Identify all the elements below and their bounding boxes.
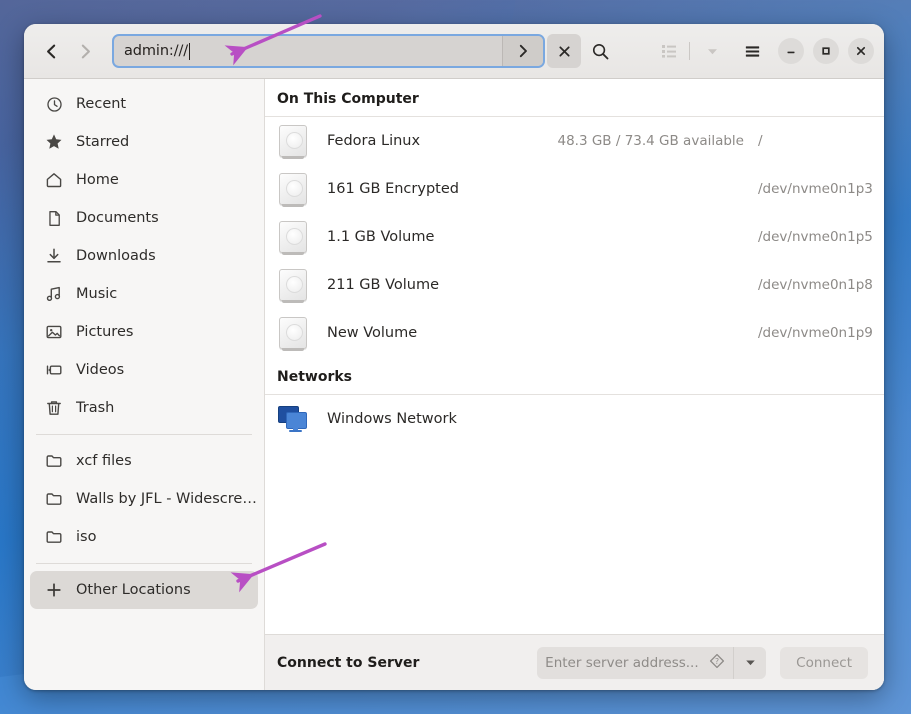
help-icon[interactable]: ? [709, 653, 725, 673]
sidebar-item-downloads[interactable]: Downloads [30, 237, 258, 275]
main-menu-button[interactable] [735, 34, 769, 68]
close-button[interactable] [848, 38, 874, 64]
connect-to-server-bar: Connect to Server Enter server address..… [265, 634, 884, 690]
toolbar-divider [689, 42, 690, 60]
volume-name: 1.1 GB Volume [327, 229, 435, 245]
sidebar-item-label: iso [76, 529, 97, 545]
header-bar: admin:/// [24, 24, 884, 79]
sidebar-item-label: Pictures [76, 324, 134, 340]
sidebar-separator-2 [36, 563, 252, 564]
sidebar-item-recent[interactable]: Recent [30, 85, 258, 123]
hard-drive-icon [277, 269, 309, 303]
network-name: Windows Network [327, 411, 457, 427]
sidebar-separator-1 [36, 434, 252, 435]
sidebar-item-documents[interactable]: Documents [30, 199, 258, 237]
sidebar-item-label: Recent [76, 96, 127, 112]
folder-icon [44, 489, 64, 509]
table-row[interactable]: 211 GB Volume /dev/nvme0n1p8 [265, 261, 884, 309]
sidebar-item-label: Music [76, 286, 118, 302]
picture-icon [44, 322, 64, 342]
svg-text:?: ? [715, 657, 719, 666]
folder-icon [44, 451, 64, 471]
sidebar-item-label: Home [76, 172, 119, 188]
table-row[interactable]: Fedora Linux 48.3 GB / 73.4 GB available… [265, 117, 884, 165]
home-icon [44, 170, 64, 190]
maximize-button[interactable] [813, 38, 839, 64]
server-address-chevron-down-icon[interactable] [733, 646, 767, 679]
search-button[interactable] [583, 34, 617, 68]
hard-drive-icon [277, 221, 309, 255]
sidebar-item-xcf-files[interactable]: xcf files [30, 442, 258, 480]
desktop-background: admin:/// Recent Starred Home Documents … [0, 0, 911, 714]
sidebar-item-home[interactable]: Home [30, 161, 258, 199]
minimize-button[interactable] [778, 38, 804, 64]
sidebar-item-other-locations[interactable]: Other Locations [30, 571, 258, 609]
sidebar-item-label: Other Locations [76, 582, 191, 598]
path-go-button[interactable] [502, 36, 543, 66]
list-view-button[interactable] [652, 34, 686, 68]
group-header-networks: Networks [265, 357, 884, 395]
star-icon [44, 132, 64, 152]
files-window: admin:/// Recent Starred Home Documents … [24, 24, 884, 690]
sidebar-item-label: xcf files [76, 453, 132, 469]
document-icon [44, 208, 64, 228]
forward-button[interactable] [68, 34, 102, 68]
connect-fields: Enter server address... ? [537, 646, 767, 679]
view-options-chevron-down-icon[interactable] [695, 34, 729, 68]
folder-icon [44, 527, 64, 547]
music-icon [44, 284, 64, 304]
download-icon [44, 246, 64, 266]
sidebar-item-label: Starred [76, 134, 130, 150]
server-address-placeholder: Enter server address... [545, 654, 699, 671]
connect-button[interactable]: Connect [780, 646, 868, 679]
volume-name: 211 GB Volume [327, 277, 440, 293]
volume-device: /dev/nvme0n1p5 [758, 229, 873, 245]
locations-list: On This Computer Fedora Linux 48.3 GB / … [265, 79, 884, 634]
path-entry-text: admin:/// [124, 43, 189, 59]
view-controls-group [650, 34, 729, 68]
windows-network-icon [277, 403, 309, 435]
window-body: Recent Starred Home Documents Downloads … [24, 79, 884, 690]
clock-icon [44, 94, 64, 114]
table-row[interactable]: Windows Network [265, 395, 884, 443]
back-button[interactable] [34, 34, 68, 68]
sidebar-item-label: Documents [76, 210, 159, 226]
hard-drive-icon [277, 317, 309, 351]
video-icon [44, 360, 64, 380]
sidebar-item-pictures[interactable]: Pictures [30, 313, 258, 351]
sidebar-item-label: Trash [76, 400, 115, 416]
sidebar-item-walls-by-jfl[interactable]: Walls by JFL - Widescreen (... [30, 480, 258, 518]
volume-capacity: 48.3 GB / 73.4 GB available [557, 133, 744, 149]
volume-device: / [758, 133, 763, 149]
hard-drive-icon [277, 173, 309, 207]
sidebar-item-music[interactable]: Music [30, 275, 258, 313]
table-row[interactable]: New Volume /dev/nvme0n1p9 [265, 309, 884, 357]
volume-name: Fedora Linux [327, 133, 421, 149]
volume-device: /dev/nvme0n1p8 [758, 277, 873, 293]
hard-drive-icon [277, 125, 309, 159]
volume-device: /dev/nvme0n1p9 [758, 325, 873, 341]
trash-icon [44, 398, 64, 418]
plus-icon [44, 580, 64, 600]
sidebar-item-label: Downloads [76, 248, 156, 264]
sidebar: Recent Starred Home Documents Downloads … [24, 79, 265, 690]
sidebar-item-trash[interactable]: Trash [30, 389, 258, 427]
group-header-on-this-computer: On This Computer [265, 79, 884, 117]
table-row[interactable]: 161 GB Encrypted /dev/nvme0n1p3 [265, 165, 884, 213]
sidebar-item-label: Videos [76, 362, 125, 378]
sidebar-item-starred[interactable]: Starred [30, 123, 258, 161]
clear-path-button[interactable] [547, 34, 581, 68]
sidebar-item-iso[interactable]: iso [30, 518, 258, 556]
connect-to-server-label: Connect to Server [277, 654, 420, 671]
volume-name: New Volume [327, 325, 418, 341]
main-content: On This Computer Fedora Linux 48.3 GB / … [265, 79, 884, 690]
server-address-input[interactable]: Enter server address... ? [537, 646, 734, 679]
table-row[interactable]: 1.1 GB Volume /dev/nvme0n1p5 [265, 213, 884, 261]
volume-name: 161 GB Encrypted [327, 181, 459, 197]
sidebar-item-videos[interactable]: Videos [30, 351, 258, 389]
sidebar-item-label: Walls by JFL - Widescreen (... [76, 491, 258, 507]
volume-device: /dev/nvme0n1p3 [758, 181, 873, 197]
text-cursor [189, 42, 191, 60]
path-entry[interactable]: admin:/// [112, 34, 545, 68]
